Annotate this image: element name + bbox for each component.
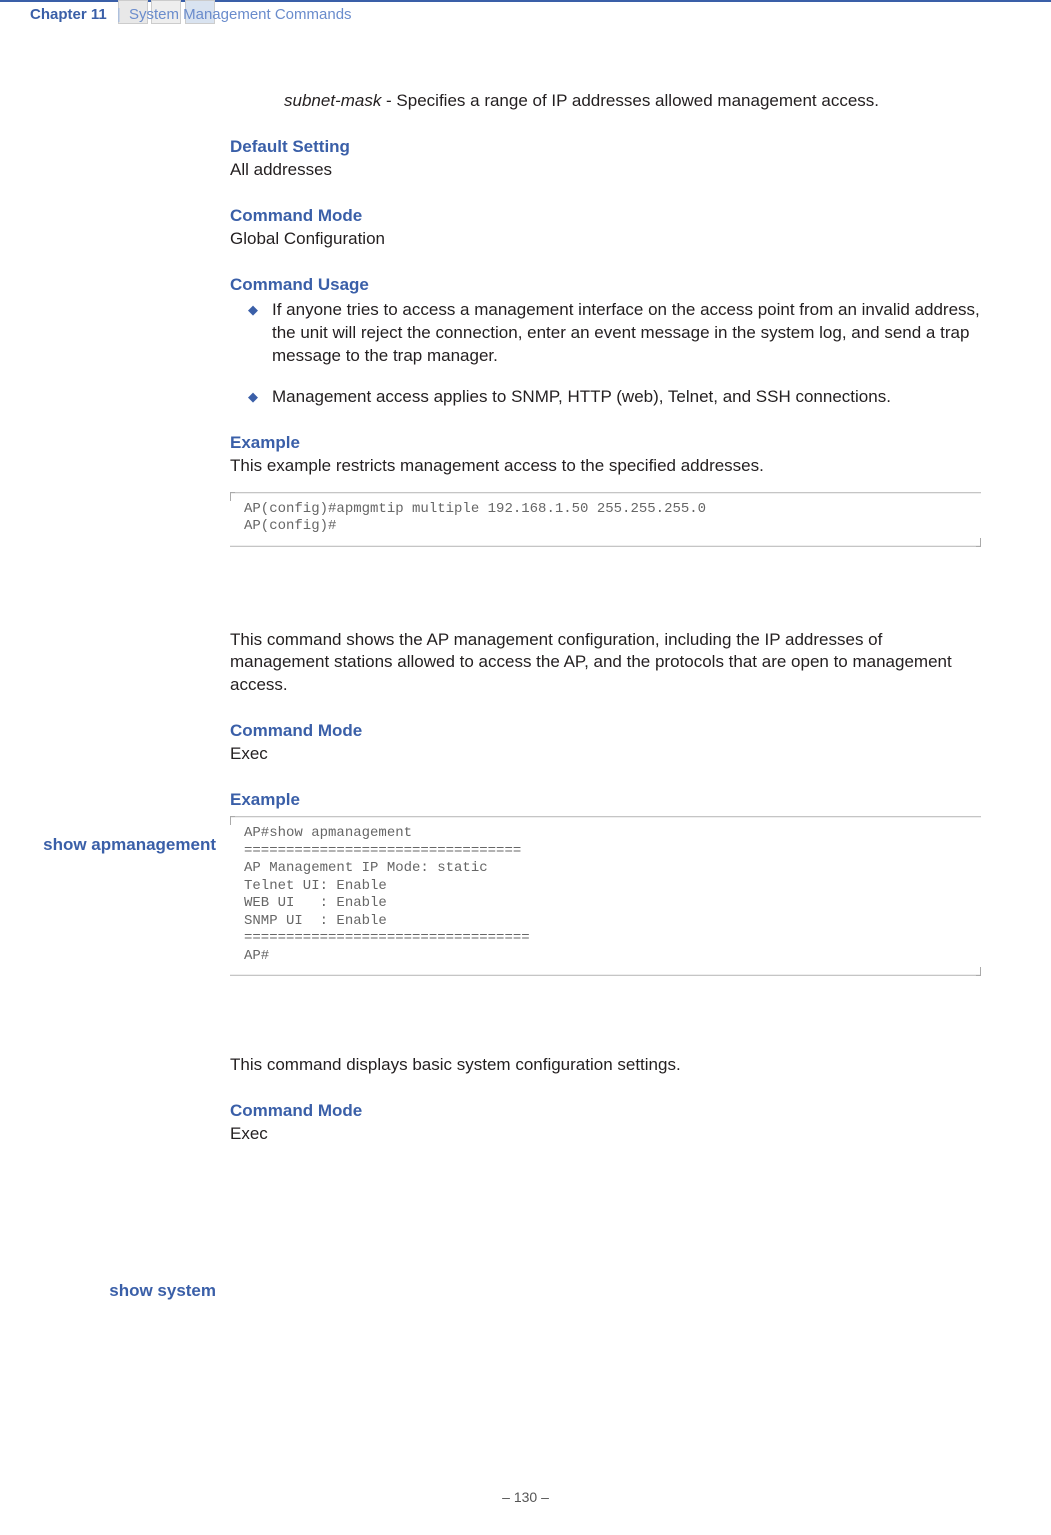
example-desc: This example restricts management access… xyxy=(230,455,981,478)
usage-bullet: ◆ If anyone tries to access a management… xyxy=(248,299,981,368)
section-apmgmtip-continued: subnet-mask - Specifies a range of IP ad… xyxy=(230,90,981,547)
page-body: subnet-mask - Specifies a range of IP ad… xyxy=(0,90,1051,1146)
heading-command-mode: Command Mode xyxy=(230,721,981,741)
default-setting-value: All addresses xyxy=(230,159,981,182)
command-mode-value: Exec xyxy=(230,1123,981,1146)
chapter-name: System Management Commands xyxy=(129,6,352,23)
margin-label-show-apmanagement: show apmanagement xyxy=(0,835,216,855)
heading-command-mode: Command Mode xyxy=(230,206,981,226)
chapter-number: Chapter 11 xyxy=(30,6,107,23)
param-subnet-mask: subnet-mask - Specifies a range of IP ad… xyxy=(284,90,981,113)
code-example: AP#show apmanagement ===================… xyxy=(230,816,981,976)
param-desc: - Specifies a range of IP addresses allo… xyxy=(381,91,879,110)
page-header: Chapter 11 | System Management Commands xyxy=(0,0,1051,36)
margin-label-show-system: show system xyxy=(0,1281,216,1301)
command-desc: This command shows the AP management con… xyxy=(230,629,981,698)
page-number: – 130 – xyxy=(0,1489,1051,1505)
usage-text: If anyone tries to access a management i… xyxy=(272,299,981,368)
diamond-icon: ◆ xyxy=(248,299,258,368)
command-mode-value: Exec xyxy=(230,743,981,766)
section-show-system: This command displays basic system confi… xyxy=(230,1054,981,1146)
divider: | xyxy=(111,6,125,23)
param-name: subnet-mask xyxy=(284,91,381,110)
chapter-title: Chapter 11 | System Management Commands xyxy=(30,6,352,23)
usage-text: Management access applies to SNMP, HTTP … xyxy=(272,386,981,409)
heading-example: Example xyxy=(230,433,981,453)
diamond-icon: ◆ xyxy=(248,386,258,409)
code-example: AP(config)#apmgmtip multiple 192.168.1.5… xyxy=(230,492,981,547)
heading-command-usage: Command Usage xyxy=(230,275,981,295)
command-mode-value: Global Configuration xyxy=(230,228,981,251)
section-show-apmanagement: This command shows the AP management con… xyxy=(230,629,981,977)
heading-command-mode: Command Mode xyxy=(230,1101,981,1121)
heading-default-setting: Default Setting xyxy=(230,137,981,157)
usage-bullet: ◆ Management access applies to SNMP, HTT… xyxy=(248,386,981,409)
command-desc: This command displays basic system confi… xyxy=(230,1054,981,1077)
heading-example: Example xyxy=(230,790,981,810)
